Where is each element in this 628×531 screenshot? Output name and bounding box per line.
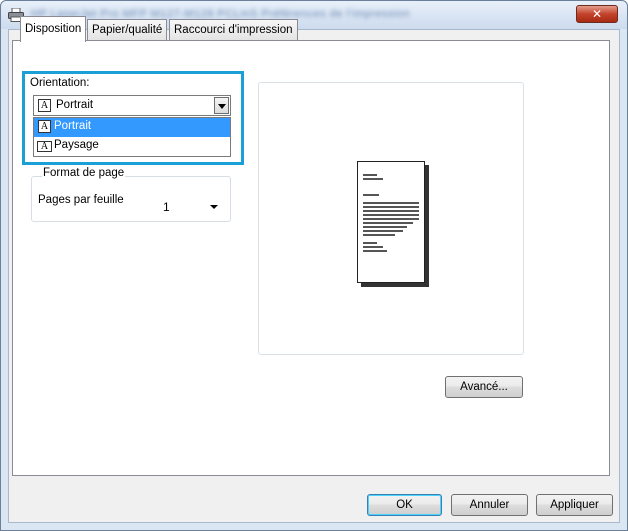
orientation-combobox[interactable]: A Portrait (33, 95, 231, 116)
tab-disposition[interactable]: Disposition (20, 16, 87, 42)
option-label: Paysage (54, 139, 99, 151)
tab-raccourci-impression[interactable]: Raccourci d'impression (169, 19, 298, 41)
orientation-label: Orientation: (30, 77, 90, 89)
tab-papier-qualite[interactable]: Papier/qualité (87, 19, 168, 41)
landscape-icon: A (37, 141, 52, 152)
chevron-down-icon[interactable] (214, 97, 229, 114)
cancel-button[interactable]: Annuler (451, 494, 528, 516)
orientation-option-portrait[interactable]: A Portrait (34, 118, 230, 137)
preview-page-icon (357, 161, 425, 283)
orientation-option-paysage[interactable]: A Paysage (34, 137, 230, 156)
orientation-dropdown-list: A Portrait A Paysage (33, 117, 231, 157)
portrait-icon: A (38, 99, 51, 112)
option-label: Portrait (54, 120, 92, 132)
format-de-page-label: Format de page (42, 167, 126, 179)
portrait-icon: A (38, 120, 51, 133)
pages-per-sheet-select[interactable]: 1 (151, 196, 227, 218)
ok-button[interactable]: OK (367, 494, 442, 516)
chevron-down-icon[interactable] (210, 205, 218, 209)
close-button[interactable]: ✕ (576, 5, 618, 23)
pages-per-sheet-label: Pages par feuille (38, 194, 124, 206)
orientation-selected-value: Portrait (56, 99, 94, 111)
pages-per-sheet-value: 1 (163, 200, 170, 214)
apply-button[interactable]: Appliquer (536, 494, 613, 516)
advanced-button[interactable]: Avancé... (445, 376, 523, 398)
